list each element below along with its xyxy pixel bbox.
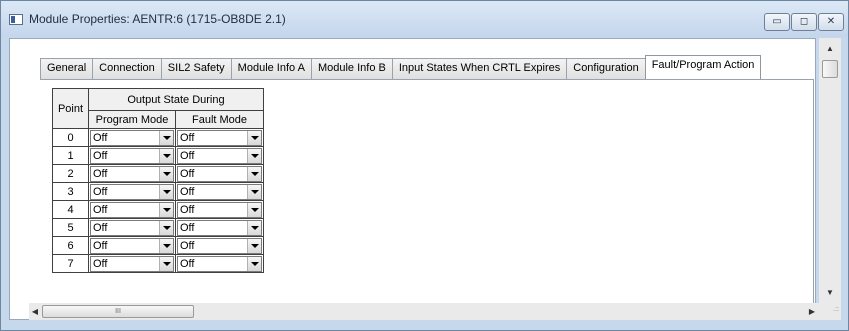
dropdown-arrow-icon[interactable] [159, 166, 173, 181]
window-title: Module Properties: AENTR:6 (1715-OB8DE 2… [29, 12, 286, 26]
fault-mode-value: Off [180, 257, 195, 270]
table-row: 7 Off Off [52, 254, 264, 273]
dropdown-arrow-icon[interactable] [159, 202, 173, 217]
table-row: 2 Off Off [52, 164, 264, 183]
dropdown-arrow-icon[interactable] [247, 184, 261, 199]
dropdown-arrow-icon[interactable] [247, 148, 261, 163]
fault-mode-value: Off [180, 149, 195, 162]
vertical-scroll-thumb[interactable] [822, 60, 838, 78]
horizontal-scroll-thumb[interactable]: III [42, 305, 194, 318]
fault-mode-select[interactable]: Off [177, 165, 262, 182]
table-row: 6 Off Off [52, 236, 264, 255]
dropdown-arrow-icon[interactable] [247, 238, 261, 253]
fault-mode-value: Off [180, 203, 195, 216]
dropdown-arrow-icon[interactable] [159, 238, 173, 253]
window-app-icon [9, 14, 23, 25]
fault-mode-select[interactable]: Off [177, 147, 262, 164]
table-row: 4 Off Off [52, 200, 264, 219]
tab-module-info-a[interactable]: Module Info A [230, 58, 312, 79]
tab-sil2-safety[interactable]: SIL2 Safety [160, 58, 232, 79]
program-mode-select[interactable]: Off [90, 219, 174, 236]
fault-mode-select[interactable]: Off [177, 201, 262, 218]
dropdown-arrow-icon[interactable] [159, 184, 173, 199]
scroll-down-icon[interactable]: ▼ [819, 286, 841, 300]
program-mode-select[interactable]: Off [90, 201, 174, 218]
fault-mode-select[interactable]: Off [177, 237, 262, 254]
fault-mode-select[interactable]: Off [177, 183, 262, 200]
program-mode-value: Off [93, 239, 108, 252]
program-mode-value: Off [93, 185, 108, 198]
table-row: 1 Off Off [52, 146, 264, 165]
table-row: 3 Off Off [52, 182, 264, 201]
program-mode-value: Off [93, 221, 108, 234]
minimize-button[interactable]: ▭ [764, 13, 790, 31]
point-column-header: Point [52, 88, 89, 129]
close-button[interactable]: ✕ [818, 13, 844, 31]
point-number: 0 [52, 128, 89, 147]
table-row: 5 Off Off [52, 218, 264, 237]
program-mode-select[interactable]: Off [90, 183, 174, 200]
dropdown-arrow-icon[interactable] [247, 220, 261, 235]
program-mode-column-header: Program Mode [88, 110, 176, 129]
vertical-scrollbar[interactable]: ▲ ▼ [819, 38, 841, 320]
size-grip-icon[interactable]: .:: [823, 306, 839, 319]
tab-panel-border [40, 79, 813, 80]
fault-mode-value: Off [180, 167, 195, 180]
scroll-left-icon[interactable]: ◀ [29, 303, 41, 320]
point-number: 6 [52, 236, 89, 255]
tab-module-info-b[interactable]: Module Info B [310, 58, 393, 79]
program-mode-value: Off [93, 131, 108, 144]
fault-mode-value: Off [180, 185, 195, 198]
program-mode-select[interactable]: Off [90, 165, 174, 182]
scroll-right-icon[interactable]: ▶ [806, 303, 818, 320]
fault-mode-select[interactable]: Off [177, 219, 262, 236]
dropdown-arrow-icon[interactable] [159, 220, 173, 235]
point-number: 2 [52, 164, 89, 183]
fault-mode-value: Off [180, 221, 195, 234]
output-state-table: Point Output State During Program Mode F… [52, 88, 264, 273]
fault-mode-select[interactable]: Off [177, 129, 262, 146]
program-mode-value: Off [93, 257, 108, 270]
fault-mode-value: Off [180, 131, 195, 144]
maximize-button[interactable]: ◻ [791, 13, 817, 31]
point-number: 7 [52, 254, 89, 273]
output-state-group-header: Output State During [88, 88, 264, 111]
program-mode-select[interactable]: Off [90, 255, 174, 272]
dropdown-arrow-icon[interactable] [159, 130, 173, 145]
point-number: 1 [52, 146, 89, 165]
tab-general[interactable]: General [40, 58, 94, 79]
scroll-up-icon[interactable]: ▲ [819, 42, 841, 56]
horizontal-scrollbar[interactable]: ◀ III ▶ [29, 303, 819, 320]
dropdown-arrow-icon[interactable] [247, 130, 261, 145]
tab-fault-program-action[interactable]: Fault/Program Action [644, 55, 762, 79]
program-mode-select[interactable]: Off [90, 147, 174, 164]
fault-mode-select[interactable]: Off [177, 255, 262, 272]
output-state-rows: 0 Off Off 1 Off Off 2 Off Off 3 Off Off 4 Off Off 5 Off O… [52, 128, 264, 273]
module-properties-window: Module Properties: AENTR:6 (1715-OB8DE 2… [0, 0, 849, 331]
point-number: 4 [52, 200, 89, 219]
program-mode-value: Off [93, 149, 108, 162]
point-number: 3 [52, 182, 89, 201]
program-mode-value: Off [93, 167, 108, 180]
dropdown-arrow-icon[interactable] [247, 202, 261, 217]
program-mode-select[interactable]: Off [90, 237, 174, 254]
dropdown-arrow-icon[interactable] [247, 256, 261, 271]
dropdown-arrow-icon[interactable] [159, 148, 173, 163]
fault-mode-value: Off [180, 239, 195, 252]
fault-mode-column-header: Fault Mode [175, 110, 264, 129]
point-number: 5 [52, 218, 89, 237]
tab-connection[interactable]: Connection [92, 58, 162, 79]
dropdown-arrow-icon[interactable] [247, 166, 261, 181]
title-bar[interactable]: Module Properties: AENTR:6 (1715-OB8DE 2… [1, 1, 848, 37]
table-row: 0 Off Off [52, 128, 264, 147]
tab-panel-right-border [813, 79, 814, 319]
tab-strip: General Connection SIL2 Safety Module In… [40, 55, 762, 79]
program-mode-value: Off [93, 203, 108, 216]
dropdown-arrow-icon[interactable] [159, 256, 173, 271]
tab-configuration[interactable]: Configuration [566, 58, 646, 79]
program-mode-select[interactable]: Off [90, 129, 174, 146]
tab-input-states[interactable]: Input States When CRTL Expires [391, 58, 568, 79]
